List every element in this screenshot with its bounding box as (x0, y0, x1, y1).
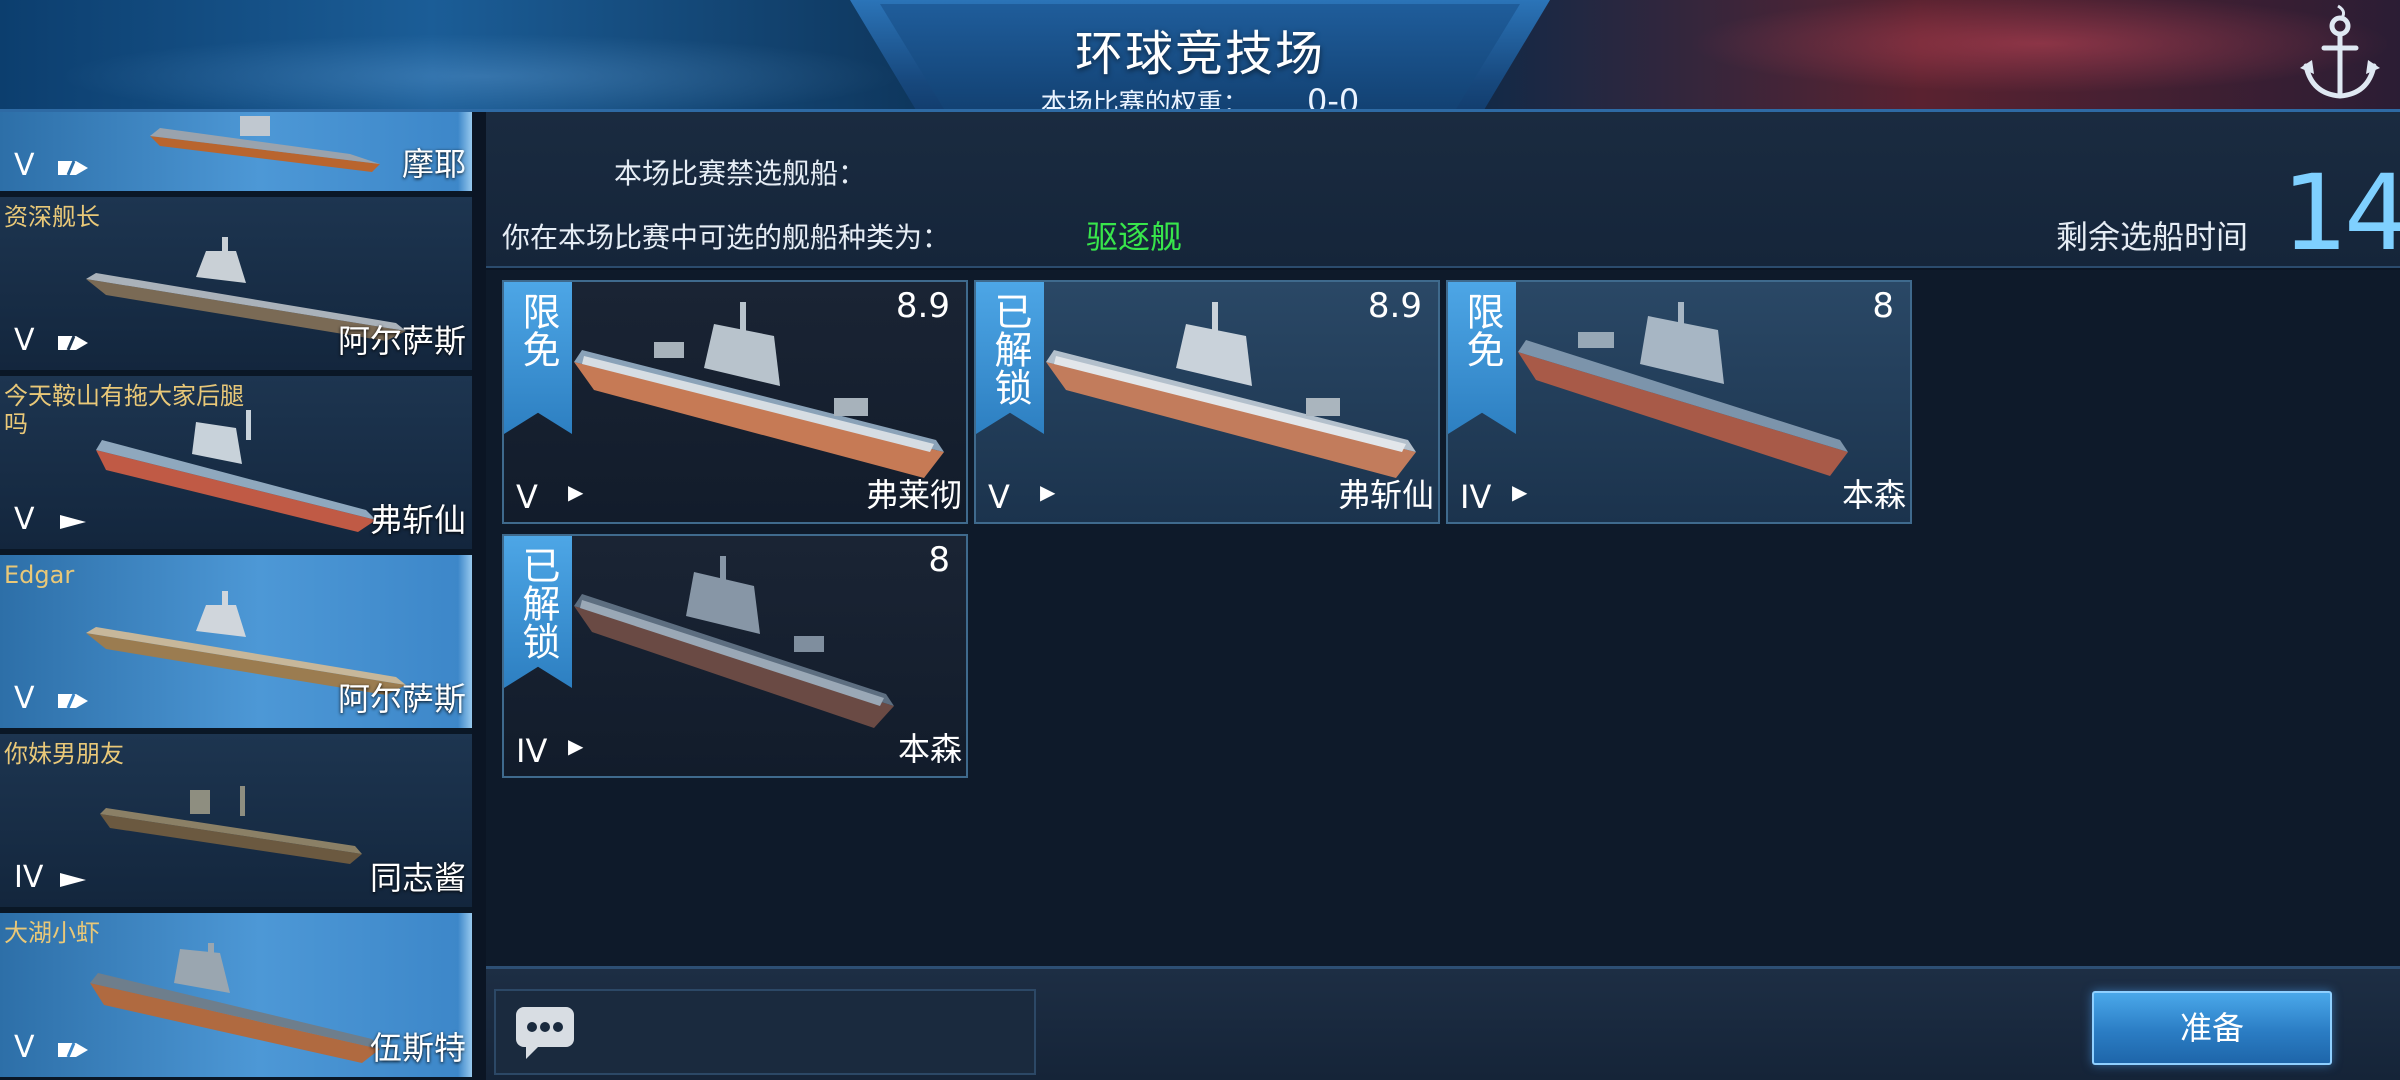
ship-badge: 已解锁 (504, 536, 572, 688)
ship-tier: IV (516, 732, 548, 770)
ship-type-value: 驱逐舰 (1086, 218, 1183, 256)
roster-tier: IV (14, 860, 44, 895)
anchor-button[interactable] (2290, 0, 2390, 108)
weight-value: 0-0 (1307, 82, 1360, 112)
roster-card[interactable]: 大湖小虾 V 伍斯特 (0, 913, 472, 1080)
roster-tier: V (14, 148, 35, 183)
destroyer-icon: ▶ (568, 734, 584, 758)
ship-score: 8.9 (1367, 286, 1422, 326)
ship-name: 本森 (897, 730, 962, 768)
player-name: 你妹男朋友 (4, 740, 124, 768)
ship-card[interactable]: 限免 8 IV ▶ 本森 (1446, 280, 1912, 524)
player-name: 资深舰长 (4, 203, 100, 231)
match-info-panel: 本场比赛禁选舰船： 你在本场比赛中可选的舰船种类为： 驱逐舰 剩余选船时间 14 (486, 112, 2400, 274)
ban-label: 本场比赛禁选舰船： (614, 157, 867, 190)
player-name: Edgar (4, 561, 75, 589)
roster-tier: V (14, 681, 35, 716)
team-roster: V 摩耶 资深舰长 V 阿尔萨斯 今天鞍山有拖大家后腿吗 V 弗斩仙 Edgar… (0, 112, 472, 1080)
roster-ship-name: 阿尔萨斯 (337, 680, 466, 718)
anchor-icon (2300, 4, 2380, 99)
chat-input[interactable] (494, 989, 1036, 1075)
ship-score: 8.9 (895, 286, 950, 326)
cruiser-icon (58, 1042, 88, 1058)
ship-image (150, 116, 380, 172)
ship-type-label: 你在本场比赛中可选的舰船种类为： (502, 221, 951, 254)
ship-selection-grid: 限免 8.9 V ▶ 弗莱彻 已解锁 8.9 V ▶ 弗斩仙 限免 8 IV ▶… (486, 270, 2400, 966)
roster-card[interactable]: 今天鞍山有拖大家后腿吗 V 弗斩仙 (0, 376, 472, 552)
weight-label: 本场比赛的权重： (1040, 89, 1249, 112)
timer-label: 剩余选船时间 (2056, 218, 2249, 256)
destroyer-icon: ▶ (1512, 480, 1528, 504)
roster-tier: V (14, 323, 35, 358)
ship-tier: V (988, 478, 1010, 516)
ship-name: 弗斩仙 (1337, 476, 1434, 514)
ship-card[interactable]: 已解锁 8 IV ▶ 本森 (502, 534, 968, 778)
header-bar: 环球竞技场 本场比赛的权重： 0-0 (0, 0, 2400, 112)
roster-ship-name: 阿尔萨斯 (337, 322, 466, 360)
roster-card[interactable]: 资深舰长 V 阿尔萨斯 (0, 197, 472, 373)
roster-ship-name: 同志酱 (369, 859, 466, 897)
cruiser-icon (58, 693, 88, 709)
roster-tier: V (14, 502, 35, 537)
roster-ship-name: 伍斯特 (369, 1029, 466, 1067)
ship-image (96, 410, 376, 532)
destroyer-icon: ▶ (1040, 480, 1056, 504)
ship-badge: 已解锁 (976, 282, 1044, 434)
roster-ship-name: 弗斩仙 (369, 501, 466, 539)
roster-card[interactable]: V 摩耶 (0, 112, 472, 194)
ship-image (90, 943, 380, 1063)
ship-score: 8 (928, 540, 950, 580)
weight-row: 本场比赛的权重： 0-0 (900, 82, 1500, 112)
destroyer-icon: ▶ (568, 480, 584, 504)
ship-badge: 限免 (504, 282, 572, 434)
roster-card[interactable]: Edgar V 阿尔萨斯 (0, 555, 472, 731)
cruiser-icon (58, 160, 88, 176)
ship-card[interactable]: 已解锁 8.9 V ▶ 弗斩仙 (974, 280, 1440, 524)
roster-tier: V (14, 1030, 35, 1065)
ship-tier: IV (1460, 478, 1492, 516)
timer-countdown: 14 (2282, 152, 2400, 274)
ship-badge: 限免 (1448, 282, 1516, 434)
ship-score: 8 (1872, 286, 1894, 326)
roster-card[interactable]: 你妹男朋友 IV 同志酱 (0, 734, 472, 910)
destroyer-icon (60, 873, 86, 887)
ship-name: 本森 (1841, 476, 1906, 514)
ship-name: 弗莱彻 (865, 476, 962, 514)
ready-button[interactable]: 准备 (2092, 991, 2332, 1065)
ship-card[interactable]: 限免 8.9 V ▶ 弗莱彻 (502, 280, 968, 524)
ship-image (100, 786, 362, 864)
destroyer-icon (60, 515, 86, 529)
page-title: 环球竞技场 (1074, 26, 1325, 82)
ship-tier: V (516, 478, 538, 516)
bottom-bar: 准备 (486, 966, 2400, 1080)
cruiser-icon (58, 335, 88, 351)
roster-ship-name: 摩耶 (401, 145, 466, 183)
chat-bubble-icon (516, 1007, 574, 1059)
